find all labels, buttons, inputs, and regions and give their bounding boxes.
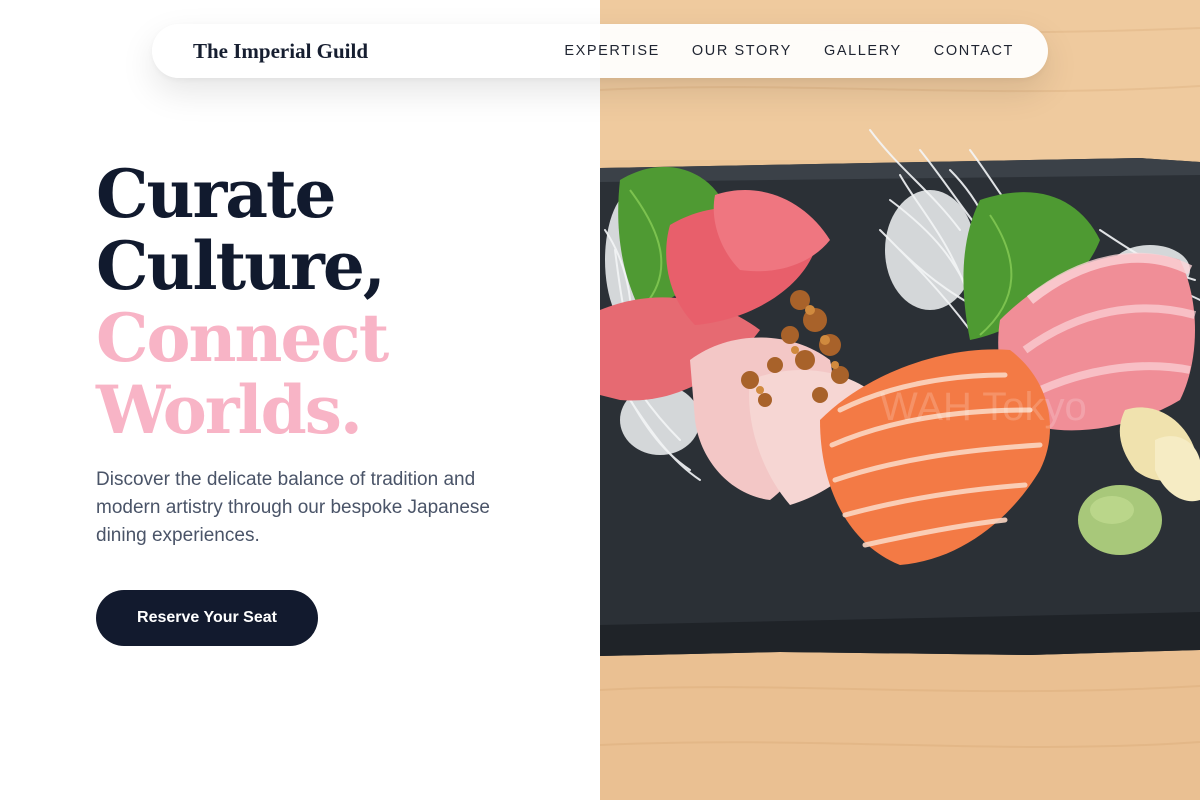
nav-link-gallery[interactable]: GALLERY: [824, 43, 902, 59]
headline-line-2: Culture,: [96, 227, 386, 305]
nav-link-expertise[interactable]: EXPERTISE: [564, 43, 660, 59]
nav-link-our-story[interactable]: OUR STORY: [692, 43, 792, 59]
hero-headline: Curate Culture, Connect Worlds.: [96, 155, 389, 449]
top-navbar: The Imperial Guild EXPERTISE OUR STORY G…: [152, 24, 1048, 78]
nav-link-contact[interactable]: CONTACT: [934, 43, 1014, 59]
hero-description: Discover the delicate balance of traditi…: [96, 469, 490, 546]
hero-text-panel: Curate Culture, Connect Worlds. Discover…: [0, 0, 600, 800]
nav-links: EXPERTISE OUR STORY GALLERY CONTACT: [564, 43, 1014, 59]
reserve-seat-button[interactable]: Reserve Your Seat: [96, 590, 318, 646]
sashimi-platter-photo: WAH Tokyo: [600, 0, 1200, 800]
headline-line-1: Curate: [96, 155, 337, 233]
image-watermark: WAH Tokyo: [880, 385, 1087, 429]
brand-logo[interactable]: The Imperial Guild: [193, 39, 368, 64]
headline-accent-line-2: Worlds.: [96, 371, 363, 449]
hero-image: WAH Tokyo: [600, 0, 1200, 800]
headline-accent-line-1: Connect: [96, 299, 389, 377]
